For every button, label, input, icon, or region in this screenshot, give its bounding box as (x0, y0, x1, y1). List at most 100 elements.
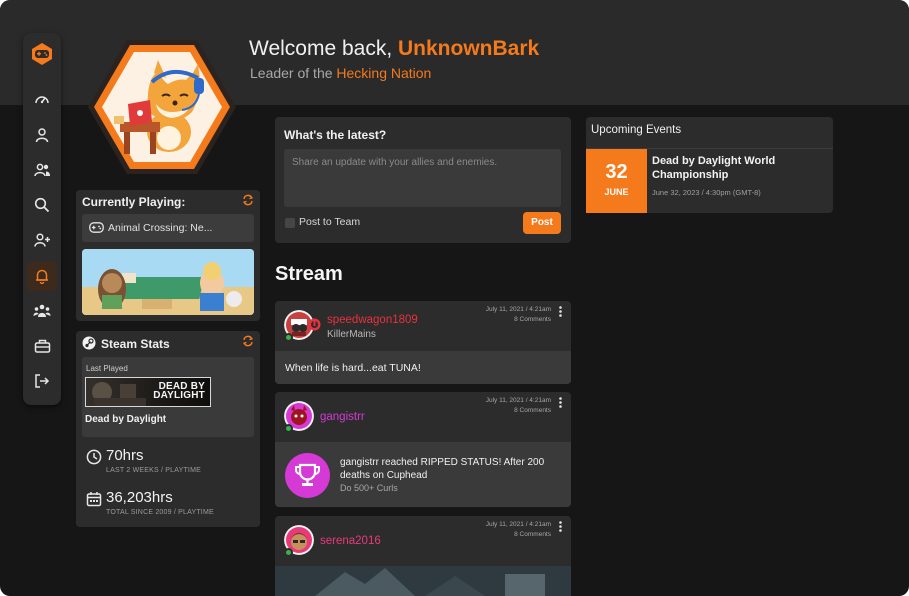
calendar-icon (86, 492, 102, 507)
nation-subtitle: Leader of the Hecking Nation (250, 65, 431, 81)
last-played-label: Last Played (86, 364, 128, 373)
last-played-game: Dead by Daylight (85, 414, 167, 425)
post-body: When life is hard...eat TUNA! (275, 351, 571, 384)
composer-card: What's the latest? Share an update with … (275, 117, 571, 243)
killer-badge-icon (308, 318, 321, 331)
more-options-icon[interactable] (559, 306, 562, 317)
controller-icon (89, 222, 104, 233)
post-header: gangistrr July 11, 2021 / 4:21am 8 Commen… (275, 392, 571, 442)
banner-title: DEAD BY DAYLIGHT (153, 382, 205, 401)
post-team[interactable]: KillerMains (327, 329, 376, 340)
post-to-team-checkbox[interactable] (285, 218, 295, 228)
nation-link[interactable]: Hecking Nation (336, 65, 431, 81)
post-meta: July 11, 2021 / 4:21am 8 Comments (486, 520, 551, 539)
post-username[interactable]: serena2016 (320, 535, 381, 547)
logout-icon (35, 374, 50, 388)
post-image[interactable] (275, 566, 571, 596)
online-status-dot (284, 548, 293, 557)
welcome-prefix: Welcome back, (249, 37, 398, 60)
sidebar (23, 33, 61, 405)
post-username[interactable]: speedwagon1809 (327, 314, 418, 326)
steam-stats-title: Steam Stats (101, 337, 170, 351)
post-date: July 11, 2021 / 4:21am (485, 397, 551, 404)
refresh-icon[interactable] (242, 335, 254, 347)
post-comment-count[interactable]: 8 Comments (514, 531, 551, 538)
sidebar-item-dashboard[interactable] (27, 85, 57, 115)
stream-post: serena2016 July 11, 2021 / 4:21am 8 Comme… (275, 516, 571, 596)
achievement-text: gangistrr reached RIPPED STATUS! After 2… (340, 457, 545, 481)
post-comment-count[interactable]: 8 Comments (514, 407, 551, 414)
sidebar-item-notifications[interactable] (27, 261, 57, 291)
post-username[interactable]: gangistrr (320, 411, 365, 423)
app-window: Welcome back, UnknownBark Leader of the … (0, 0, 909, 596)
sidebar-item-friends[interactable] (27, 155, 57, 185)
post-comment-count[interactable]: 8 Comments (514, 316, 551, 323)
recent-playtime-value: 70hrs (106, 447, 144, 464)
post-header: serena2016 July 11, 2021 / 4:21am 8 Comme… (275, 516, 571, 566)
steam-stats-card: Steam Stats Last Played DEAD BY DAYLIGHT … (76, 331, 260, 527)
achievement-subtext: Do 500+ Curls (340, 483, 398, 493)
achievement-body: gangistrr reached RIPPED STATUS! After 2… (275, 442, 571, 507)
subtitle-prefix: Leader of the (250, 65, 337, 81)
profile-icon (35, 128, 49, 143)
composer-title: What's the latest? (284, 128, 387, 142)
upcoming-events-card: Upcoming Events 32 JUNE Dead by Daylight… (586, 117, 833, 213)
post-meta: July 11, 2021 / 4:21am 8 Comments (486, 396, 551, 415)
sidebar-item-add-friend[interactable] (27, 225, 57, 255)
sidebar-item-groups[interactable] (27, 296, 57, 326)
post-date: July 11, 2021 / 4:21am (485, 306, 551, 313)
last-played-panel: Last Played DEAD BY DAYLIGHT Dead by Dayl… (82, 357, 254, 437)
search-icon (34, 197, 50, 213)
online-status-dot (284, 333, 293, 342)
trophy-icon (285, 453, 330, 498)
banner-line-2: DAYLIGHT (153, 390, 205, 401)
recent-playtime-label: LAST 2 WEEKS / PLAYTIME (106, 467, 201, 474)
event-name[interactable]: Dead by Daylight World Championship (652, 154, 822, 182)
events-title: Upcoming Events (591, 124, 682, 136)
post-date: July 11, 2021 / 4:21am (485, 521, 551, 528)
currently-playing-card: Currently Playing: Animal Crossing: Ne..… (76, 190, 260, 321)
status-update-placeholder: Share an update with your allies and ene… (292, 157, 498, 168)
welcome-heading: Welcome back, UnknownBark (249, 37, 539, 61)
more-options-icon[interactable] (559, 521, 562, 532)
add-friend-icon (33, 233, 50, 247)
bell-icon (36, 269, 48, 284)
profile-avatar[interactable] (86, 38, 238, 176)
stream-heading: Stream (275, 263, 343, 285)
current-game-row[interactable]: Animal Crossing: Ne... (82, 214, 254, 242)
event-date-badge: 32 JUNE (586, 149, 647, 213)
last-played-banner[interactable]: DEAD BY DAYLIGHT (85, 377, 211, 407)
clock-icon (86, 449, 102, 465)
sidebar-item-logout[interactable] (27, 366, 57, 396)
steam-icon (82, 336, 96, 350)
total-playtime-label: TOTAL SINCE 2009 / PLAYTIME (106, 509, 214, 516)
store-icon (34, 339, 50, 353)
friends-icon (33, 163, 50, 177)
refresh-icon[interactable] (242, 194, 254, 206)
more-options-icon[interactable] (559, 397, 562, 408)
post-text: When life is hard...eat TUNA! (285, 362, 421, 374)
banner-artwork (92, 382, 146, 406)
currently-playing-title: Currently Playing: (82, 195, 186, 209)
current-game-artwork (82, 249, 254, 315)
sidebar-item-search[interactable] (27, 190, 57, 220)
current-game-name: Animal Crossing: Ne... (108, 222, 213, 234)
online-status-dot (284, 424, 293, 433)
stream-post: speedwagon1809 KillerMains July 11, 2021… (275, 301, 571, 384)
sidebar-item-store[interactable] (27, 331, 57, 361)
post-to-team-label[interactable]: Post to Team (299, 216, 360, 228)
total-playtime-value: 36,203hrs (106, 489, 173, 506)
gamepad-logo-icon[interactable] (29, 41, 55, 67)
event-day: 32 (605, 161, 628, 183)
event-month: JUNE (604, 187, 629, 197)
post-meta: July 11, 2021 / 4:21am 8 Comments (486, 305, 551, 324)
sidebar-item-profile[interactable] (27, 120, 57, 150)
username[interactable]: UnknownBark (398, 37, 539, 60)
post-header: speedwagon1809 KillerMains July 11, 2021… (275, 301, 571, 351)
event-time: June 32, 2023 / 4:30pm (GMT-8) (652, 188, 761, 197)
stream-post: gangistrr July 11, 2021 / 4:21am 8 Commen… (275, 392, 571, 507)
dashboard-icon (35, 96, 49, 104)
status-update-input[interactable]: Share an update with your allies and ene… (284, 149, 561, 207)
groups-icon (33, 304, 51, 317)
post-button[interactable]: Post (523, 212, 561, 234)
